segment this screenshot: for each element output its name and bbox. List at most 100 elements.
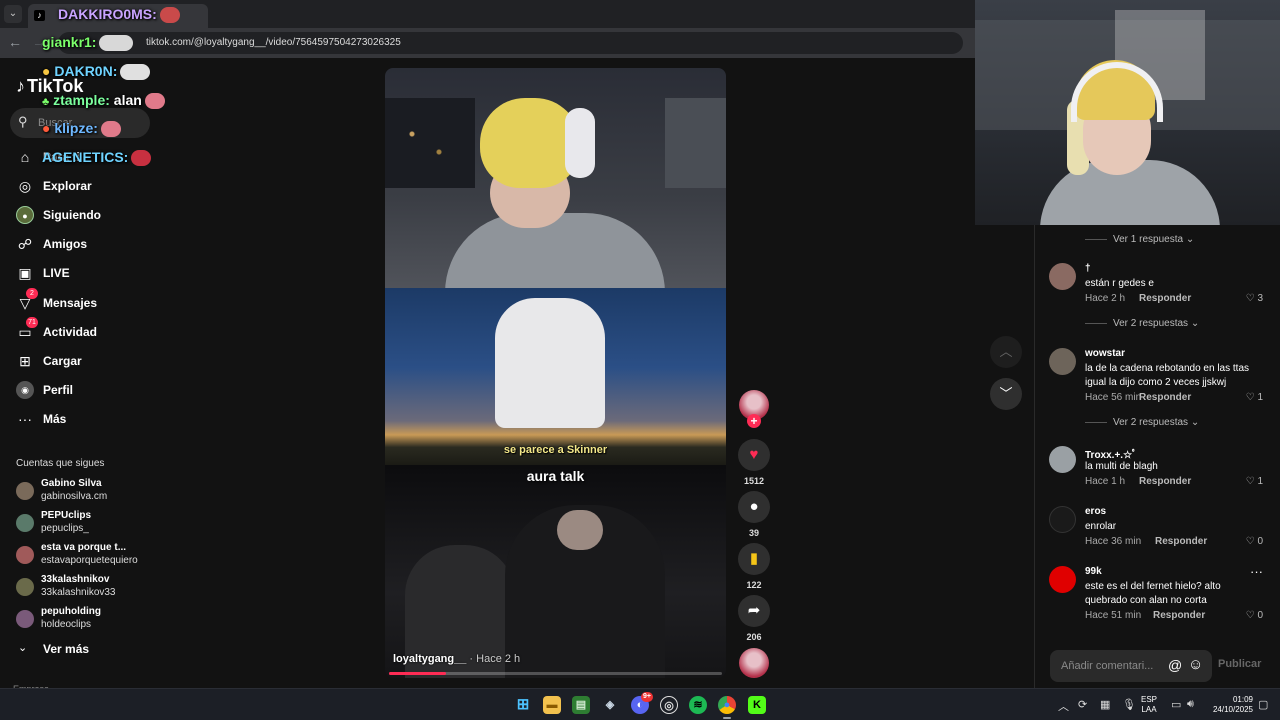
badge-icon: ● [42,120,51,136]
chat-username: giankr1: [42,34,97,50]
nav-item-cargar[interactable]: ⊞ Cargar [16,350,156,374]
comment-author[interactable]: 99k [1085,566,1102,577]
comment-time: Hace 51 min [1085,610,1142,621]
see-more-button[interactable]: ⌄ Ver más [16,641,156,659]
chevron-down-icon: ⌄ [1190,417,1200,428]
video-time: · Hace 2 h [466,653,521,665]
publish-button[interactable]: Publicar [1218,658,1261,670]
music-disc[interactable] [739,648,769,678]
avatar[interactable] [1049,446,1076,473]
notification-icon[interactable]: ▢ [1258,698,1268,711]
avatar[interactable] [1049,566,1076,593]
emoji-icon[interactable]: ☺ [1188,656,1203,673]
bookmark-icon: ▮ [749,550,759,567]
tab-search-button[interactable]: ⌄ [4,5,22,23]
steam-icon[interactable]: ◈ [601,696,619,714]
following-account[interactable]: esta va porque t... estavaporquetequiero [16,542,156,570]
comment-placeholder[interactable]: Añadir comentari... [1061,660,1153,672]
comment-like-button[interactable]: ♡ 1 [1246,476,1263,487]
comment-time: Hace 2 h [1085,293,1126,304]
url-text[interactable]: tiktok.com/@loyaltygang__/video/75645975… [146,36,401,50]
nav-item-live[interactable]: ▣ LIVE [16,262,156,286]
nav-item-mas[interactable]: ··· Más [16,408,156,432]
following-account[interactable]: PEPUclips pepuclips_ [16,510,156,538]
share-button[interactable]: ➦ [738,595,770,627]
video-player[interactable]: se parece a Skinner aura talk loyaltygan… [385,68,726,678]
account-handle: gabinosilva.cm [41,491,108,502]
video-author[interactable]: loyaltygang__ · Hace 2 h [393,653,520,665]
following-account[interactable]: pepuholding holdeoclips [16,606,156,634]
omnibox[interactable]: tiktok.com/@loyaltygang__/video/75645975… [58,32,963,54]
nav-item-siguiendo[interactable]: ● Siguiendo [16,204,156,228]
avatar[interactable] [1049,263,1076,290]
mention-icon[interactable]: @ [1168,657,1182,673]
nav-item-actividad[interactable]: ▭ 71 Actividad [16,317,156,345]
file-explorer-icon[interactable]: ▬ [543,696,561,714]
tray-overflow-icon[interactable]: ︿ [1058,698,1069,714]
view-replies-button[interactable]: Ver 1 respuesta ⌄ [1085,234,1194,245]
emote-icon [99,35,134,52]
author-name[interactable]: loyaltygang__ [393,653,466,665]
comment-button[interactable]: ● [738,491,770,523]
comment-like-count: 0 [1257,536,1263,547]
comment-like-button[interactable]: ♡ 0 [1246,610,1263,621]
microphone-icon[interactable]: 🎙︎ [1122,698,1136,711]
avatar[interactable] [1049,348,1076,375]
avatar [16,578,34,596]
reply-button[interactable]: Responder [1139,476,1191,487]
obs-icon[interactable]: ◎ [660,696,678,714]
nav-item-amigos[interactable]: ☍ Amigos [16,233,156,257]
comment-author[interactable]: wowstar [1085,348,1125,359]
follow-button[interactable]: + [747,414,761,428]
following-account[interactable]: 33kalashnikov 33kalashnikov33 [16,574,156,602]
view-replies-button[interactable]: Ver 2 respuestas ⌄ [1085,417,1199,428]
sync-icon[interactable]: ⟳ [1078,698,1087,711]
avatar[interactable] [1049,506,1076,533]
view-replies-button[interactable]: Ver 2 respuestas ⌄ [1085,318,1199,329]
comment-author[interactable]: † [1085,263,1091,274]
following-account[interactable]: Gabino Silva gabinosilva.cm [16,478,156,506]
chat-message: giankr1: [42,34,134,52]
like-button[interactable]: ♥ [738,439,770,471]
back-button[interactable]: ← [8,34,22,50]
chrome-icon[interactable]: ● [718,696,736,714]
comment-like-button[interactable]: ♡ 1 [1246,392,1263,403]
video-title-text: aura talk [526,468,585,484]
address-bar: ← → tiktok.com/@loyaltygang__/video/7564… [0,28,975,58]
comment-author[interactable]: Troxx.+.☆ﾟ [1085,446,1137,461]
more-options-icon[interactable]: ··· [1250,564,1263,579]
previous-video-button[interactable]: ︿ [990,336,1022,368]
comment-like-button[interactable]: ♡ 3 [1246,293,1263,304]
video-caption: se parece a Skinner [503,444,608,456]
nav-label: Más [43,412,67,426]
app-tray-icon[interactable]: ▦ [1100,698,1110,711]
progress-bar[interactable] [389,672,722,675]
save-button[interactable]: ▮ [738,543,770,575]
comment-input[interactable]: Añadir comentari... @ ☺ [1050,650,1212,682]
comment-time: Hace 36 min [1085,536,1142,547]
nav-label: Amigos [43,237,88,251]
comment-text: la multi de blagh [1085,461,1158,472]
comment-like-button[interactable]: ♡ 0 [1246,536,1263,547]
reply-button[interactable]: Responder [1139,392,1191,403]
spotify-icon[interactable]: ≋ [689,696,707,714]
chevron-down-icon: ⌄ [18,642,28,654]
reply-button[interactable]: Responder [1153,610,1205,621]
account-name: Gabino Silva [41,478,102,489]
app-icon[interactable]: ▤ [572,696,590,714]
nav-label: Cargar [43,354,82,368]
language-indicator[interactable]: ESP LAA [1141,695,1157,715]
reply-button[interactable]: Responder [1155,536,1207,547]
nav-item-mensajes[interactable]: ▽ 2 Mensajes [16,288,156,316]
reply-button[interactable]: Responder [1139,293,1191,304]
comment-like-count: 3 [1257,293,1263,304]
volume-icon[interactable]: 🔊︎ [1187,698,1194,711]
nav-item-perfil[interactable]: ◉ Perfil [16,379,156,403]
windows-start-icon[interactable]: ⊞ [514,696,532,714]
network-icon[interactable]: ▭ [1171,698,1181,711]
next-video-button[interactable]: ﹀ [990,378,1022,410]
comment-author[interactable]: eros [1085,506,1106,517]
clock[interactable]: 01:09 24/10/2025 [1208,695,1253,715]
kick-icon[interactable]: K [748,696,766,714]
nav-item-explorar[interactable]: ◎ Explorar [16,175,156,199]
